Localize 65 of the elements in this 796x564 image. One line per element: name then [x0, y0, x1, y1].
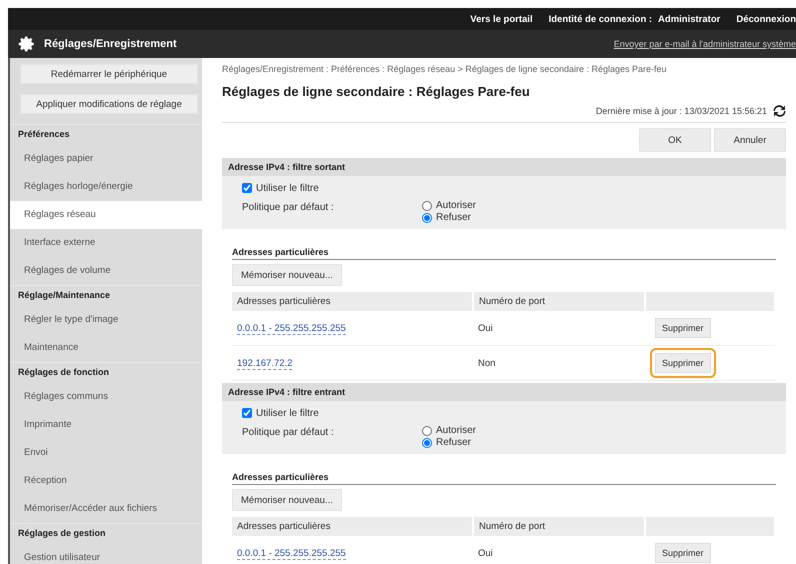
sidebar-item[interactable]: Gestion utilisateur	[10, 544, 202, 564]
subsection-title: Adresses particulières	[232, 472, 776, 485]
policy-radio[interactable]	[422, 438, 432, 448]
app-title: Réglages/Enregistrement	[44, 38, 178, 50]
action-button[interactable]: OK	[639, 128, 711, 152]
delete-button[interactable]: Supprimer	[655, 318, 711, 338]
sidebar-group-title: Réglage/Maintenance	[10, 285, 202, 306]
address-link[interactable]: 0.0.0.1 - 255.255.255.255	[237, 548, 346, 560]
policy-label: Politique par défaut :	[242, 426, 335, 440]
sidebar-item[interactable]: Réglages de volume	[10, 257, 202, 285]
delete-button[interactable]: Supprimer	[655, 543, 711, 563]
sidebar-item[interactable]: Réglages communs	[10, 383, 202, 411]
sidebar-group-title: Préférences	[10, 124, 202, 145]
subsection-title: Adresses particulières	[232, 247, 776, 260]
radio-label: Autoriser	[436, 200, 476, 211]
sidebar-button[interactable]: Redémarrer le périphérique	[20, 64, 198, 84]
table-cell: Non	[473, 346, 645, 380]
portal-link[interactable]: Vers le portail	[470, 14, 533, 24]
sidebar-group-title: Réglages de gestion	[10, 523, 202, 544]
address-link[interactable]: 0.0.0.1 - 255.255.255.255	[237, 322, 346, 334]
email-admin-link[interactable]: Envoyer par e-mail à l'administrateur système	[614, 39, 796, 49]
sidebar-item[interactable]: Réglages papier	[10, 145, 202, 173]
radio-label: Refuser	[436, 212, 472, 223]
section-header: Adresse IPv4 : filtre sortant	[222, 158, 786, 176]
action-button[interactable]: Annuler	[714, 128, 786, 152]
login-user: Administrator	[658, 14, 720, 24]
checkbox-label: Utiliser le filtre	[256, 182, 319, 194]
table-cell: Oui	[473, 311, 645, 346]
sidebar-item[interactable]: Réglages réseau	[10, 201, 202, 229]
sidebar-item[interactable]: Envoi	[10, 439, 202, 467]
sidebar-item[interactable]: Régler le type d'image	[10, 306, 202, 334]
sidebar-item[interactable]: Réglages horloge/énergie	[10, 173, 202, 201]
breadcrumb: Réglages/Enregistrement : Préférences : Réglages réseau > Réglages de ligne secondaire : Réglages Pare-feu	[222, 64, 668, 74]
column-header: Numéro de port	[473, 517, 645, 536]
policy-radio[interactable]	[422, 426, 432, 436]
delete-button[interactable]: Supprimer	[655, 353, 711, 373]
use-filter-checkbox[interactable]	[242, 408, 252, 418]
sidebar-item[interactable]: Mémoriser/Accéder aux fichiers	[10, 495, 202, 523]
column-header: Adresses particulières	[232, 292, 473, 311]
checkbox-label: Utiliser le filtre	[256, 408, 319, 418]
radio-label: Autoriser	[436, 425, 476, 436]
register-new-button[interactable]: Mémoriser nouveau...	[232, 264, 342, 286]
use-filter-checkbox[interactable]	[242, 183, 252, 193]
login-label: Identité de connexion :	[548, 14, 652, 24]
sidebar-item[interactable]: Interface externe	[10, 229, 202, 257]
sidebar-item[interactable]: Maintenance	[10, 334, 202, 362]
sidebar-item[interactable]: Réception	[10, 467, 202, 495]
sidebar-button[interactable]: Appliquer modifications de réglage	[20, 94, 198, 114]
column-header: Adresses particulières	[232, 517, 473, 536]
sidebar-item[interactable]: Imprimante	[10, 411, 202, 439]
register-new-button[interactable]: Mémoriser nouveau...	[232, 489, 342, 511]
radio-label: Refuser	[436, 437, 472, 448]
policy-label: Politique par défaut :	[242, 201, 335, 215]
gear-icon	[18, 35, 36, 53]
logout-link[interactable]: Déconnexion	[736, 14, 796, 24]
last-update-text: Dernière mise à jour : 13/03/2021 15:56:21	[596, 106, 767, 116]
policy-radio[interactable]	[422, 200, 432, 210]
sidebar-group-title: Réglages de fonction	[10, 362, 202, 383]
refresh-icon[interactable]	[773, 105, 786, 117]
page-title: Réglages de ligne secondaire : Réglages Pare-feu	[222, 84, 531, 99]
section-header: Adresse IPv4 : filtre entrant	[222, 383, 786, 401]
table-cell: Oui	[473, 536, 645, 564]
address-link[interactable]: 192.167.72.2	[237, 358, 292, 370]
column-header: Numéro de port	[473, 292, 645, 311]
policy-radio[interactable]	[422, 212, 432, 222]
